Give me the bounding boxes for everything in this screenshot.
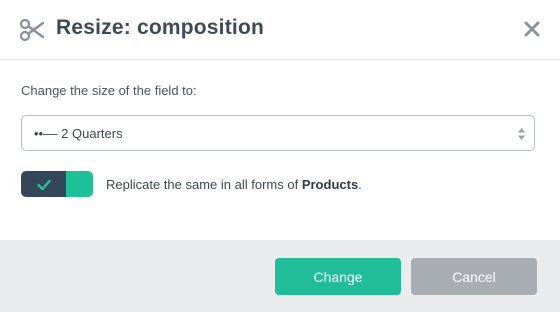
replicate-toggle[interactable] xyxy=(21,171,93,197)
check-icon xyxy=(37,178,51,191)
replicate-label-entity: Products xyxy=(301,177,359,192)
size-select-value: ••–– 2 Quarters xyxy=(34,126,123,141)
close-icon[interactable] xyxy=(520,17,544,41)
scissors-icon xyxy=(19,18,45,42)
replicate-label: Replicate the same in all forms of Produ… xyxy=(106,177,362,192)
change-button[interactable]: Change xyxy=(275,258,401,295)
dialog-title: Resize: composition xyxy=(56,16,264,39)
size-field-label: Change the size of the field to: xyxy=(21,83,197,98)
dialog-body: Change the size of the field to: ••–– 2 … xyxy=(0,60,560,240)
replicate-label-prefix: Replicate the same in all forms of xyxy=(106,177,299,192)
size-select[interactable]: ••–– 2 Quarters xyxy=(21,115,535,151)
replicate-label-suffix: . xyxy=(358,177,362,192)
toggle-handle xyxy=(21,171,66,197)
resize-dialog: Resize: composition Change the size of t… xyxy=(0,0,560,312)
sort-arrows-icon xyxy=(517,127,526,141)
cancel-button[interactable]: Cancel xyxy=(411,258,537,295)
toggle-track-on xyxy=(66,171,93,197)
dialog-footer: Change Cancel xyxy=(0,240,560,312)
dialog-header: Resize: composition xyxy=(0,0,560,60)
